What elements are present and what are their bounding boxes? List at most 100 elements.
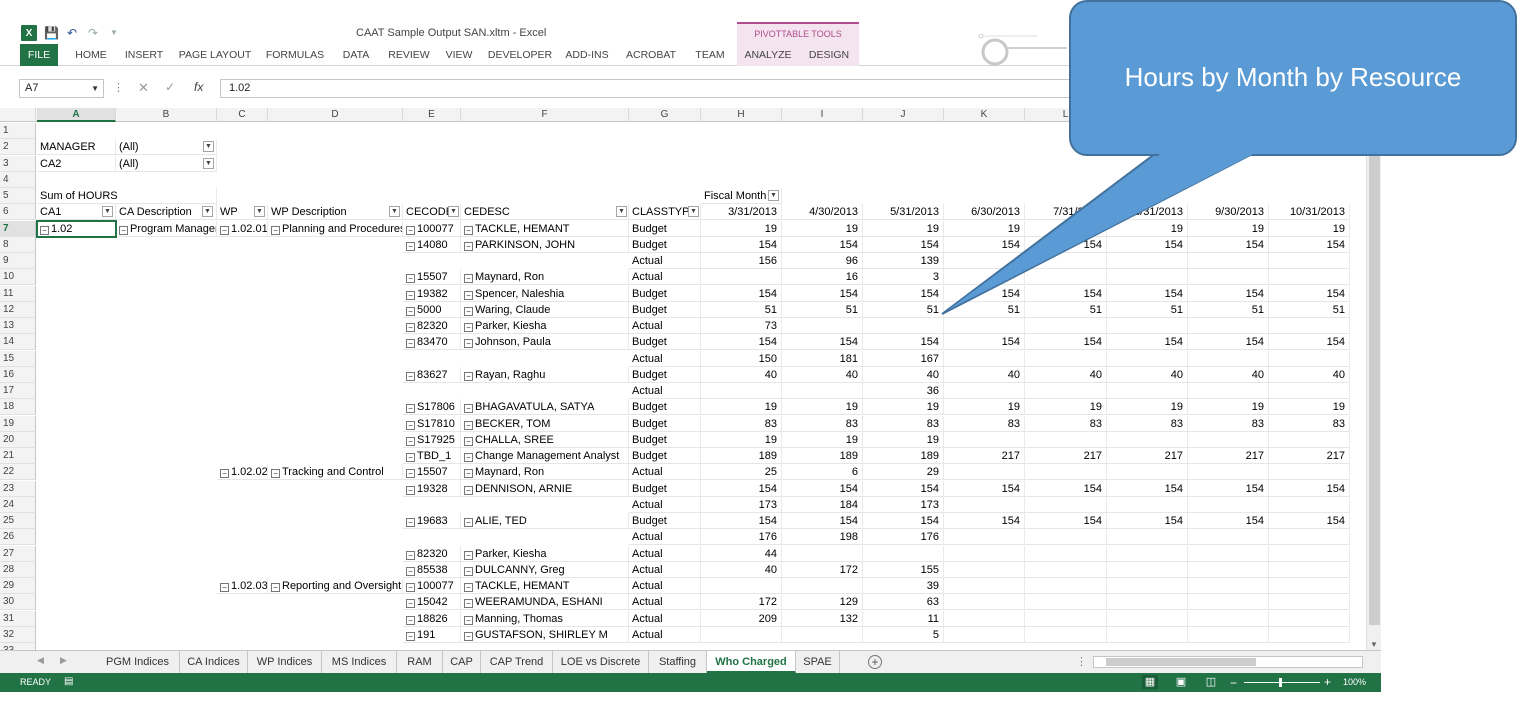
cedesc-cell[interactable]: − DENNISON, ARNIE <box>461 480 629 497</box>
hours-cell[interactable] <box>1269 431 1350 448</box>
tab-design[interactable]: DESIGN <box>799 44 859 66</box>
hours-cell[interactable]: 217 <box>1269 448 1350 464</box>
hours-cell[interactable]: 154 <box>1188 236 1269 253</box>
row-header[interactable]: 24 <box>0 496 36 513</box>
cedesc-cell[interactable]: − BHAGAVATULA, SATYA <box>461 399 629 416</box>
row-header[interactable]: 9 <box>0 253 36 269</box>
hours-cell[interactable]: 83 <box>1107 415 1188 432</box>
hours-cell[interactable]: 19 <box>1188 399 1269 416</box>
hours-cell[interactable] <box>1107 269 1188 286</box>
hours-cell[interactable]: 154 <box>1025 285 1107 302</box>
hours-cell[interactable]: 150 <box>701 350 782 367</box>
cedesc-cell[interactable]: − Maynard, Ron <box>461 464 629 481</box>
hours-cell[interactable]: 155 <box>863 561 944 578</box>
save-icon[interactable]: 💾 <box>44 26 59 40</box>
hours-cell[interactable] <box>1269 464 1350 481</box>
worksheet-grid[interactable]: ABCDEFGHIJKLMNO 12MANAGER(All)▼3CA2(All)… <box>0 108 1381 650</box>
hours-cell[interactable]: 40 <box>1188 366 1269 383</box>
hours-cell[interactable] <box>863 545 944 562</box>
row-header[interactable]: 18 <box>0 399 36 416</box>
hours-cell[interactable]: 154 <box>701 334 782 351</box>
month-header[interactable]: 6/30/2013 <box>944 204 1025 221</box>
hours-cell[interactable]: 154 <box>863 513 944 529</box>
collapse-icon[interactable]: − <box>406 274 415 284</box>
filter-dropdown-icon[interactable]: ▼ <box>389 206 400 218</box>
hours-cell[interactable] <box>1269 269 1350 286</box>
sheet-tab-cap-trend[interactable]: CAP Trend <box>481 651 553 673</box>
row-header[interactable]: 11 <box>0 285 36 302</box>
hours-cell[interactable] <box>1269 253 1350 269</box>
hours-cell[interactable] <box>1188 253 1269 269</box>
hours-cell[interactable]: 217 <box>1025 448 1107 464</box>
classtype-cell[interactable]: Budget <box>629 220 701 237</box>
sheet-tab-loe-vs-discrete[interactable]: LOE vs Discrete <box>553 651 649 673</box>
hours-cell[interactable]: 19 <box>863 431 944 448</box>
classtype-cell[interactable]: Actual <box>629 529 701 546</box>
collapse-icon[interactable]: − <box>464 583 473 592</box>
column-header-i[interactable]: I <box>782 108 863 122</box>
row-header[interactable]: 1 <box>0 123 36 139</box>
hours-cell[interactable]: 11 <box>863 610 944 627</box>
hours-cell[interactable]: 51 <box>1025 301 1107 318</box>
hours-cell[interactable] <box>1269 561 1350 578</box>
cedesc-cell[interactable]: − Spencer, Naleshia <box>461 285 629 302</box>
hours-cell[interactable]: 154 <box>1188 480 1269 497</box>
tab-analyze[interactable]: ANALYZE <box>737 44 799 66</box>
row-header[interactable]: 27 <box>0 545 36 562</box>
cecode-cell[interactable]: − S17810 <box>403 415 461 432</box>
cedesc-cell[interactable]: − Waring, Claude <box>461 301 629 318</box>
collapse-icon[interactable]: − <box>406 583 415 592</box>
hours-cell[interactable] <box>944 431 1025 448</box>
hours-cell[interactable]: 29 <box>863 464 944 481</box>
collapse-icon[interactable]: − <box>406 631 415 641</box>
hours-cell[interactable]: 154 <box>1025 513 1107 529</box>
collapse-icon[interactable]: − <box>406 241 415 251</box>
tab-insert[interactable]: INSERT <box>122 44 166 66</box>
hours-cell[interactable]: 19 <box>1107 220 1188 237</box>
month-header[interactable]: 3/31/2013 <box>701 204 782 221</box>
hours-cell[interactable]: 217 <box>1107 448 1188 464</box>
hours-cell[interactable]: 83 <box>1188 415 1269 432</box>
tab-review[interactable]: REVIEW <box>385 44 433 66</box>
zoom-slider[interactable] <box>1244 682 1320 683</box>
hours-cell[interactable] <box>782 383 863 399</box>
undo-icon[interactable]: ↶ <box>65 26 79 40</box>
column-header-a[interactable]: A <box>37 108 116 122</box>
scroll-tabs-right-icon[interactable]: ▶ <box>60 655 67 666</box>
hours-cell[interactable] <box>944 561 1025 578</box>
hours-cell[interactable]: 189 <box>863 448 944 464</box>
cedesc-cell[interactable]: − ALIE, TED <box>461 513 629 529</box>
tab-acrobat[interactable]: ACROBAT <box>623 44 679 66</box>
classtype-cell[interactable]: Budget <box>629 399 701 416</box>
cecode-cell[interactable]: −19382 <box>403 285 461 302</box>
row-header[interactable]: 4 <box>0 171 36 188</box>
tab-view[interactable]: VIEW <box>441 44 477 66</box>
hours-cell[interactable] <box>1107 253 1188 269</box>
hours-cell[interactable] <box>944 545 1025 562</box>
hours-cell[interactable] <box>1107 318 1188 334</box>
cedesc-cell[interactable]: − BECKER, TOM <box>461 415 629 432</box>
page-layout-view-icon[interactable]: ▣ <box>1173 675 1189 689</box>
collapse-icon[interactable]: − <box>40 225 49 235</box>
row-header[interactable]: 17 <box>0 383 36 399</box>
cecode-cell[interactable]: − TBD_1 <box>403 448 461 464</box>
sheet-tab-spae[interactable]: SPAE <box>796 651 840 673</box>
hours-cell[interactable] <box>1269 594 1350 611</box>
hours-cell[interactable] <box>1025 496 1107 513</box>
collapse-icon[interactable]: − <box>220 225 229 235</box>
row-header[interactable]: 15 <box>0 350 36 367</box>
hours-cell[interactable] <box>1188 610 1269 627</box>
hours-cell[interactable] <box>944 383 1025 399</box>
hours-cell[interactable]: 154 <box>944 285 1025 302</box>
hours-cell[interactable]: 154 <box>1107 285 1188 302</box>
hours-cell[interactable]: 51 <box>863 301 944 318</box>
hours-cell[interactable] <box>944 626 1025 643</box>
collapse-icon[interactable]: − <box>406 323 415 332</box>
hours-cell[interactable] <box>1188 594 1269 611</box>
hours-cell[interactable]: 3 <box>863 269 944 286</box>
row-header[interactable]: 26 <box>0 529 36 546</box>
classtype-cell[interactable]: Budget <box>629 285 701 302</box>
hours-cell[interactable]: 154 <box>782 334 863 351</box>
cecode-cell[interactable]: −5000 <box>403 301 461 318</box>
sheet-tab-pgm-indices[interactable]: PGM Indices <box>96 651 180 673</box>
